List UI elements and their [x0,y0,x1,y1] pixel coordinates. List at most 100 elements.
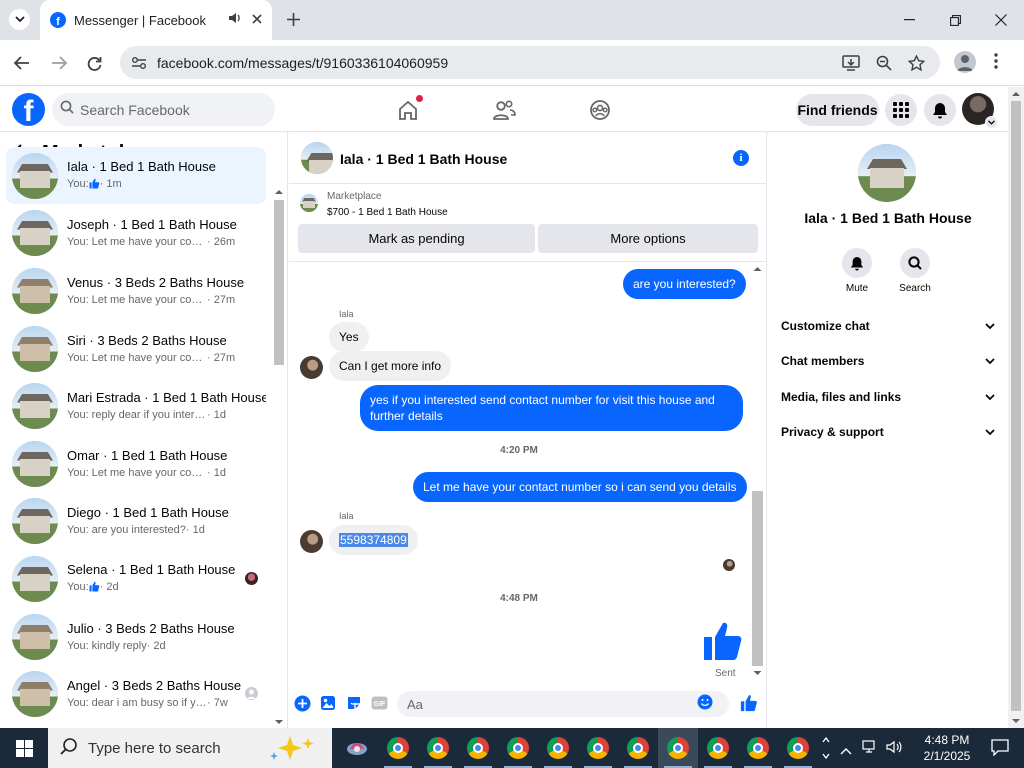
conversation-item[interactable]: Siri · 3 Beds 2 Baths House You: Let me h… [6,320,266,377]
message-incoming[interactable]: 5598374809 [329,525,418,555]
message-input-box[interactable] [397,691,729,717]
zoom-icon[interactable] [875,54,893,72]
chrome-window-icon[interactable] [418,728,458,768]
conversation-item[interactable]: Iala · 1 Bed 1 Bath House You: · 1m [6,147,266,204]
chrome-window-icon[interactable] [458,728,498,768]
listing-title[interactable]: $700 - 1 Bed 1 Bath House [327,207,448,218]
scrollbar-thumb[interactable] [274,200,284,365]
taskbar-search-box[interactable] [48,728,332,768]
address-bar[interactable]: facebook.com/messages/t/9160336104060959 [120,46,940,79]
conversation-item[interactable]: Joseph · 1 Bed 1 Bath House You: Let me h… [6,204,266,261]
bookmark-star-icon[interactable] [907,54,925,72]
taskbar-overflow-icon[interactable] [818,728,834,768]
browser-menu-icon[interactable] [994,52,998,75]
browser-profile-icon[interactable] [954,51,976,73]
conversation-item[interactable]: Venus · 3 Beds 2 Baths House You: Let me … [6,262,266,319]
tab-close-icon[interactable] [252,11,262,29]
more-options-button[interactable]: More options [538,224,758,253]
search-icon[interactable] [900,248,930,278]
chrome-window-icon[interactable] [698,728,738,768]
notifications-bell-icon[interactable] [924,94,956,126]
install-app-icon[interactable] [842,54,860,72]
forward-icon[interactable] [48,52,70,74]
conversation-item[interactable]: Selena · 1 Bed 1 Bath House You: · 2d [6,550,266,607]
tab-audio-icon[interactable] [228,11,242,29]
facebook-logo-icon[interactable]: f [12,93,45,126]
back-icon[interactable] [11,52,33,74]
message-incoming[interactable]: Yes [329,322,369,352]
chat-scrollbar[interactable] [750,264,765,678]
conversation-list-scrollbar[interactable] [272,187,286,727]
media-files-links-section[interactable]: Media, files and links [781,390,995,404]
mute-action[interactable]: Mute [832,248,882,294]
url-text[interactable]: facebook.com/messages/t/9160336104060959 [157,55,448,71]
selected-phone-number[interactable]: 5598374809 [339,533,408,547]
notification-center-icon[interactable] [991,739,1009,761]
taskbar-search-input[interactable] [88,739,268,757]
close-window-icon[interactable] [978,8,1024,32]
taskbar-app-icon[interactable] [337,728,377,768]
home-nav-icon[interactable] [393,95,423,125]
network-icon[interactable] [862,740,878,759]
chrome-window-icon[interactable] [738,728,778,768]
tray-chevron-up-icon[interactable] [840,742,852,760]
account-avatar[interactable] [962,93,998,129]
mute-bell-icon[interactable] [842,248,872,278]
gif-icon[interactable]: GIF [370,694,388,712]
restore-icon[interactable] [932,8,978,32]
sent-like-thumb-icon[interactable] [702,620,744,667]
chrome-window-icon[interactable] [578,728,618,768]
browser-tab[interactable]: f Messenger | Facebook [40,0,272,40]
friends-nav-icon[interactable] [489,95,519,125]
conversation-avatar[interactable] [858,144,916,202]
minimize-icon[interactable] [886,8,932,32]
message-outgoing[interactable]: Let me have your contact number so i can… [413,472,747,502]
chrome-window-icon[interactable] [498,728,538,768]
attach-photo-icon[interactable] [319,694,337,712]
find-friends-button[interactable]: Find friends [796,94,879,126]
conversation-item[interactable]: Mari Estrada · 1 Bed 1 Bath House You: re… [6,377,266,434]
tab-search-dropdown-icon[interactable] [9,9,30,30]
reload-icon[interactable] [83,52,105,74]
conversation-item[interactable]: Omar · 1 Bed 1 Bath House You: Let me hav… [6,435,266,492]
message-input[interactable] [407,696,697,712]
emoji-icon[interactable] [697,694,713,715]
chrome-window-icon[interactable] [618,728,658,768]
facebook-search-box[interactable] [52,93,275,126]
volume-icon[interactable] [886,740,902,759]
chrome-window-icon[interactable] [538,728,578,768]
sticker-icon[interactable] [345,694,363,712]
scrollbar-thumb[interactable] [752,491,763,666]
chrome-window-icon[interactable] [658,728,698,768]
mark-as-pending-button[interactable]: Mark as pending [298,224,535,253]
new-tab-icon[interactable] [283,9,303,29]
taskbar-clock[interactable]: 4:48 PM 2/1/2025 [914,732,980,764]
listing-thumbnail[interactable] [300,194,318,212]
privacy-support-section[interactable]: Privacy & support [781,425,995,439]
account-chevron-icon[interactable] [985,116,998,129]
sender-avatar[interactable] [300,530,323,553]
search-action[interactable]: Search [890,248,940,294]
page-scrollbar[interactable] [1008,87,1024,728]
chat-members-section[interactable]: Chat members [781,354,995,368]
like-send-icon[interactable] [740,694,758,712]
chat-title[interactable]: Iala · 1 Bed 1 Bath House [340,151,507,167]
message-outgoing[interactable]: are you interested? [623,269,746,299]
windows-start-icon[interactable] [0,728,48,768]
info-icon[interactable]: i [733,150,749,166]
facebook-search-input[interactable] [80,101,260,118]
sender-avatar[interactable] [300,356,323,379]
chrome-window-icon[interactable] [778,728,818,768]
message-incoming[interactable]: Can I get more info [329,351,452,381]
message-outgoing[interactable]: yes if you interested send contact numbe… [360,385,743,431]
groups-nav-icon[interactable] [585,95,615,125]
chat-avatar[interactable] [301,142,333,174]
conversation-item[interactable]: Julio · 3 Beds 2 Baths House You: kindly … [6,608,266,665]
menu-grid-icon[interactable] [885,94,917,126]
site-info-icon[interactable] [130,54,148,72]
chrome-window-icon[interactable] [378,728,418,768]
conversation-item[interactable]: Diego · 1 Bed 1 Bath House You: are you i… [6,492,266,549]
scrollbar-thumb[interactable] [1011,101,1021,711]
customize-chat-section[interactable]: Customize chat [781,319,995,333]
conversation-item[interactable]: Angel · 3 Beds 2 Baths House You: dear i … [6,665,266,722]
